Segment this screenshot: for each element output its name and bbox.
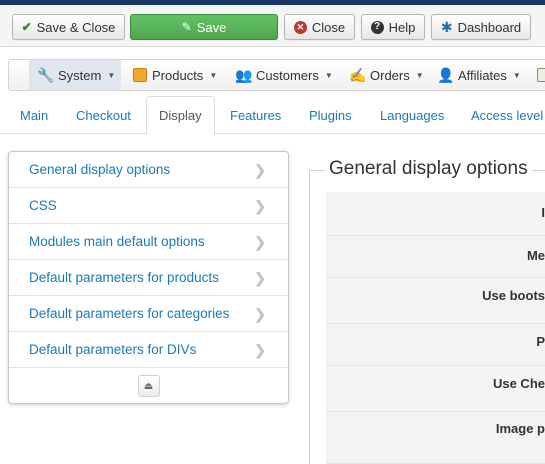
save-button[interactable]: ✎ Save [130, 14, 278, 40]
chevron-right-icon: ❯ [254, 162, 266, 178]
users-icon: 👥 [235, 67, 253, 83]
dashboard-button[interactable]: ✱ Dashboard [431, 14, 531, 40]
option-label: P [536, 334, 545, 349]
menu-products[interactable]: Products ▼ [133, 60, 217, 90]
document-icon [537, 68, 545, 82]
dashboard-label: Dashboard [457, 19, 522, 35]
table-row: I [326, 192, 545, 236]
options-table: I Me Use boots P Use Che Image p [326, 192, 545, 464]
dashboard-icon: ✱ [440, 19, 453, 35]
chevron-right-icon: ❯ [254, 234, 266, 250]
option-label: Use boots [482, 288, 545, 303]
sidenav-item-products[interactable]: Default parameters for products ❯ [9, 260, 288, 296]
help-icon: ? [370, 20, 384, 34]
option-label: Me [526, 248, 545, 263]
sidenav-item-label: General display options [29, 162, 171, 177]
sidenav-item-label: Modules main default options [29, 234, 205, 249]
option-label: Image p [495, 421, 545, 436]
menu-products-label: Products [152, 67, 204, 83]
section-title: General display options [325, 158, 532, 180]
menu-orders[interactable]: ✍ Orders ▼ [349, 60, 424, 90]
save-label: Save [196, 19, 227, 35]
tab-checkout[interactable]: Checkout [76, 96, 131, 134]
caret-down-icon: ▼ [209, 70, 218, 80]
tab-main[interactable]: Main [20, 96, 48, 134]
caret-down-icon: ▼ [324, 70, 333, 80]
sidenav-item-label: Default parameters for products [29, 270, 219, 285]
caret-down-icon: ▼ [512, 70, 521, 80]
save-close-label: Save & Close [36, 19, 116, 35]
toolbar: ✔ Save & Close ✎ Save ✕ Close ? Help ✱ D… [0, 5, 545, 47]
orders-icon: ✍ [349, 67, 367, 83]
check-icon: ✔ [21, 20, 32, 34]
menu-system-label: System [58, 67, 102, 83]
table-row: Use Che [326, 366, 545, 412]
table-row: Use boots [326, 278, 545, 324]
tab-access-level[interactable]: Access level [471, 96, 543, 134]
tab-languages[interactable]: Languages [380, 96, 444, 134]
table-row: Image p [326, 412, 545, 464]
save-close-button[interactable]: ✔ Save & Close [12, 14, 125, 40]
sidenav-item-modules[interactable]: Modules main default options ❯ [9, 224, 288, 260]
option-label: Use Che [492, 376, 545, 391]
caret-down-icon: ▼ [107, 70, 116, 80]
menu-customers-label: Customers [256, 67, 319, 83]
caret-down-icon: ▼ [415, 70, 424, 80]
table-row: P [326, 324, 545, 366]
menu-affiliates[interactable]: 👤 Affiliates ▼ [437, 60, 521, 90]
help-button[interactable]: ? Help [361, 14, 425, 40]
help-label: Help [388, 19, 416, 35]
option-label: I [541, 205, 545, 220]
sidenav-item-divs[interactable]: Default parameters for DIVs ❯ [9, 332, 288, 368]
menu-affiliates-label: Affiliates [458, 67, 507, 83]
scroll-top-button[interactable]: ⏏ [137, 375, 160, 397]
chevron-right-icon: ❯ [254, 306, 266, 322]
tab-display[interactable]: Display [146, 96, 215, 135]
sidenav-item-css[interactable]: CSS ❯ [9, 188, 288, 224]
close-button[interactable]: ✕ Close [284, 14, 355, 40]
tab-features[interactable]: Features [230, 96, 281, 134]
eject-icon: ⏏ [143, 380, 154, 392]
sidenav-footer: ⏏ [9, 368, 288, 404]
menu-extra[interactable] [537, 60, 545, 90]
sidenav-item-general-display[interactable]: General display options ❯ [9, 152, 288, 188]
close-icon: ✕ [293, 20, 307, 34]
main-menubar: 🔧 System ▼ Products ▼ 👥 Customers ▼ ✍ Or… [8, 59, 545, 91]
section-sidenav: General display options ❯ CSS ❯ Modules … [8, 151, 289, 404]
wrench-icon: 🔧 [37, 67, 55, 83]
sidenav-item-categories[interactable]: Default parameters for categories ❯ [9, 296, 288, 332]
sidenav-item-label: Default parameters for DIVs [29, 342, 197, 357]
affiliates-icon: 👤 [437, 67, 455, 83]
table-row: Me [326, 236, 545, 278]
menu-customers[interactable]: 👥 Customers ▼ [235, 60, 333, 90]
settings-tabs: Main Checkout Display Features Plugins L… [0, 96, 545, 135]
box-icon [133, 68, 147, 82]
edit-icon: ✎ [181, 20, 192, 34]
sidenav-item-label: CSS [29, 198, 57, 213]
sidenav-item-label: Default parameters for categories [29, 306, 230, 321]
chevron-right-icon: ❯ [254, 198, 266, 214]
close-label: Close [311, 19, 346, 35]
menu-system[interactable]: 🔧 System ▼ [29, 60, 121, 90]
chevron-right-icon: ❯ [254, 342, 266, 358]
tab-plugins[interactable]: Plugins [309, 96, 352, 134]
menu-orders-label: Orders [370, 67, 410, 83]
chevron-right-icon: ❯ [254, 270, 266, 286]
